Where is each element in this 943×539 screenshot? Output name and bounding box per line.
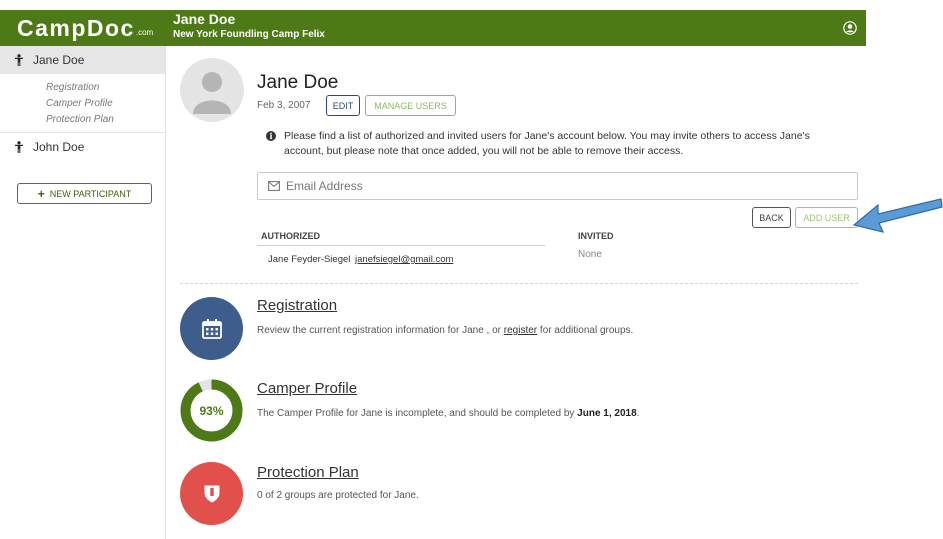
plus-icon: + xyxy=(37,186,45,201)
participant-dob: Feb 3, 2007 xyxy=(257,100,311,111)
registration-desc-text-end: for additional groups. xyxy=(537,325,634,336)
header-participant-name: Jane Doe xyxy=(173,11,236,27)
email-placeholder: Email Address xyxy=(286,179,363,193)
header-camp-name: New York Foundling Camp Felix xyxy=(173,29,325,40)
authorized-header: AUTHORIZED xyxy=(261,231,320,241)
person-icon xyxy=(15,141,23,153)
avatar xyxy=(180,58,244,122)
authorized-user-name: Jane Feyder-Siegel xyxy=(268,254,351,265)
edit-button[interactable]: EDIT xyxy=(326,95,360,116)
participant-name: Jane Doe xyxy=(257,72,339,93)
authorized-divider xyxy=(257,245,545,246)
protection-plan-circle[interactable] xyxy=(180,462,243,525)
invited-value: None xyxy=(578,249,602,260)
protection-plan-description: 0 of 2 groups are protected for Jane. xyxy=(257,490,419,501)
avatar-person-icon xyxy=(193,72,231,114)
new-participant-button[interactable]: + NEW PARTICIPANT xyxy=(17,183,152,204)
camper-profile-desc-text: The Camper Profile for Jane is incomplet… xyxy=(257,408,578,419)
camper-profile-desc-end: . xyxy=(636,408,640,419)
section-divider xyxy=(180,283,858,284)
registration-description: Review the current registration informat… xyxy=(257,325,633,336)
manage-users-info: Please find a list of authorized and inv… xyxy=(284,130,810,157)
sidebar-participant-john[interactable]: John Doe xyxy=(0,133,165,161)
authorized-user-email[interactable]: janefsiegel@gmail.com xyxy=(355,254,453,265)
user-circle-icon[interactable] xyxy=(843,21,857,35)
logo-domain: .com xyxy=(135,28,154,37)
register-link[interactable]: register xyxy=(504,325,537,336)
camper-profile-title[interactable]: Camper Profile xyxy=(257,380,357,397)
registration-desc-text: Review the current registration informat… xyxy=(257,325,504,336)
envelope-icon xyxy=(268,181,280,191)
sidebar-participant-jane[interactable]: Jane Doe xyxy=(0,46,165,74)
sidebar-item-registration[interactable]: Registration xyxy=(0,80,165,96)
sidebar-participant-label: Jane Doe xyxy=(33,53,85,67)
invited-header: INVITED xyxy=(578,231,614,241)
sidebar-item-protection-plan[interactable]: Protection Plan xyxy=(0,112,165,128)
header-info: Jane Doe New York Foundling Camp Felix xyxy=(173,12,325,42)
camper-profile-percent: 93% xyxy=(199,403,224,418)
back-button[interactable]: BACK xyxy=(752,207,791,228)
registration-title[interactable]: Registration xyxy=(257,297,337,314)
manage-users-button[interactable]: MANAGE USERS xyxy=(365,95,456,116)
camper-profile-description: The Camper Profile for Jane is incomplet… xyxy=(257,408,639,419)
logo-text: CampDoc xyxy=(17,14,135,41)
annotation-arrow xyxy=(852,198,943,233)
shield-icon xyxy=(204,485,219,502)
person-icon xyxy=(15,54,23,66)
registration-circle[interactable] xyxy=(180,297,243,360)
sidebar-item-camper-profile[interactable]: Camper Profile xyxy=(0,96,165,112)
protection-plan-title[interactable]: Protection Plan xyxy=(257,464,359,481)
calendar-icon xyxy=(201,318,222,339)
new-participant-label: NEW PARTICIPANT xyxy=(49,188,132,199)
camper-profile-deadline: June 1, 2018 xyxy=(577,408,637,419)
sidebar: Jane Doe Registration Camper Profile Pro… xyxy=(0,46,166,539)
sidebar-participant-label: John Doe xyxy=(33,140,85,154)
authorized-user-row: Jane Feyder-Siegel janefsiegel@gmail.com xyxy=(268,254,453,265)
info-icon: i xyxy=(266,131,276,141)
top-bar: CampDoc .com Jane Doe New York Foundling… xyxy=(0,10,866,46)
email-field[interactable]: Email Address xyxy=(257,172,858,200)
campdoc-logo[interactable]: CampDoc .com xyxy=(0,10,166,46)
